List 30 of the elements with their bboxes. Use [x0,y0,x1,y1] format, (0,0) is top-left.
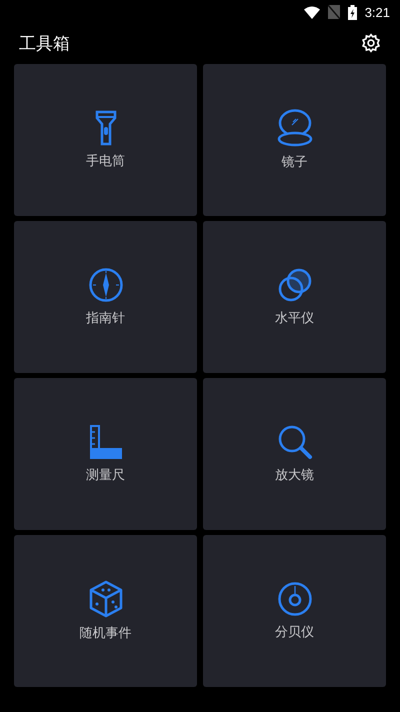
compass-icon [88,267,124,303]
level-icon [276,267,312,303]
app-title: 工具箱 [19,32,70,54]
mirror-icon [276,109,312,147]
tool-tile[interactable]: 指南针 [14,221,197,373]
tool-label: 水平仪 [275,310,314,327]
tool-label: 放大镜 [275,467,314,484]
battery-icon [348,4,357,20]
tool-tile[interactable]: 测量尺 [14,378,197,530]
wifi-icon [304,6,320,18]
tool-tile[interactable]: 手电筒 [14,64,197,216]
dice-icon [88,580,122,618]
tool-label: 手电筒 [86,153,125,170]
decibel-icon [276,581,312,617]
tool-label: 指南针 [86,310,125,327]
tool-tile[interactable]: 水平仪 [203,221,386,373]
status-time: 3:21 [364,4,390,20]
tool-label: 镜子 [282,154,308,171]
search-icon [276,424,312,460]
no-signal-icon [328,5,340,19]
tool-label: 测量尺 [86,467,125,484]
tool-tile[interactable]: 分贝仪 [203,535,386,687]
tool-label: 分贝仪 [275,624,314,641]
flashlight-icon [94,110,116,146]
tool-tile[interactable]: 放大镜 [203,378,386,530]
settings-icon[interactable] [361,33,381,53]
tool-tile[interactable]: 随机事件 [14,535,197,687]
ruler-icon [88,424,122,460]
tool-label: 随机事件 [80,625,132,642]
tool-tile[interactable]: 镜子 [203,64,386,216]
